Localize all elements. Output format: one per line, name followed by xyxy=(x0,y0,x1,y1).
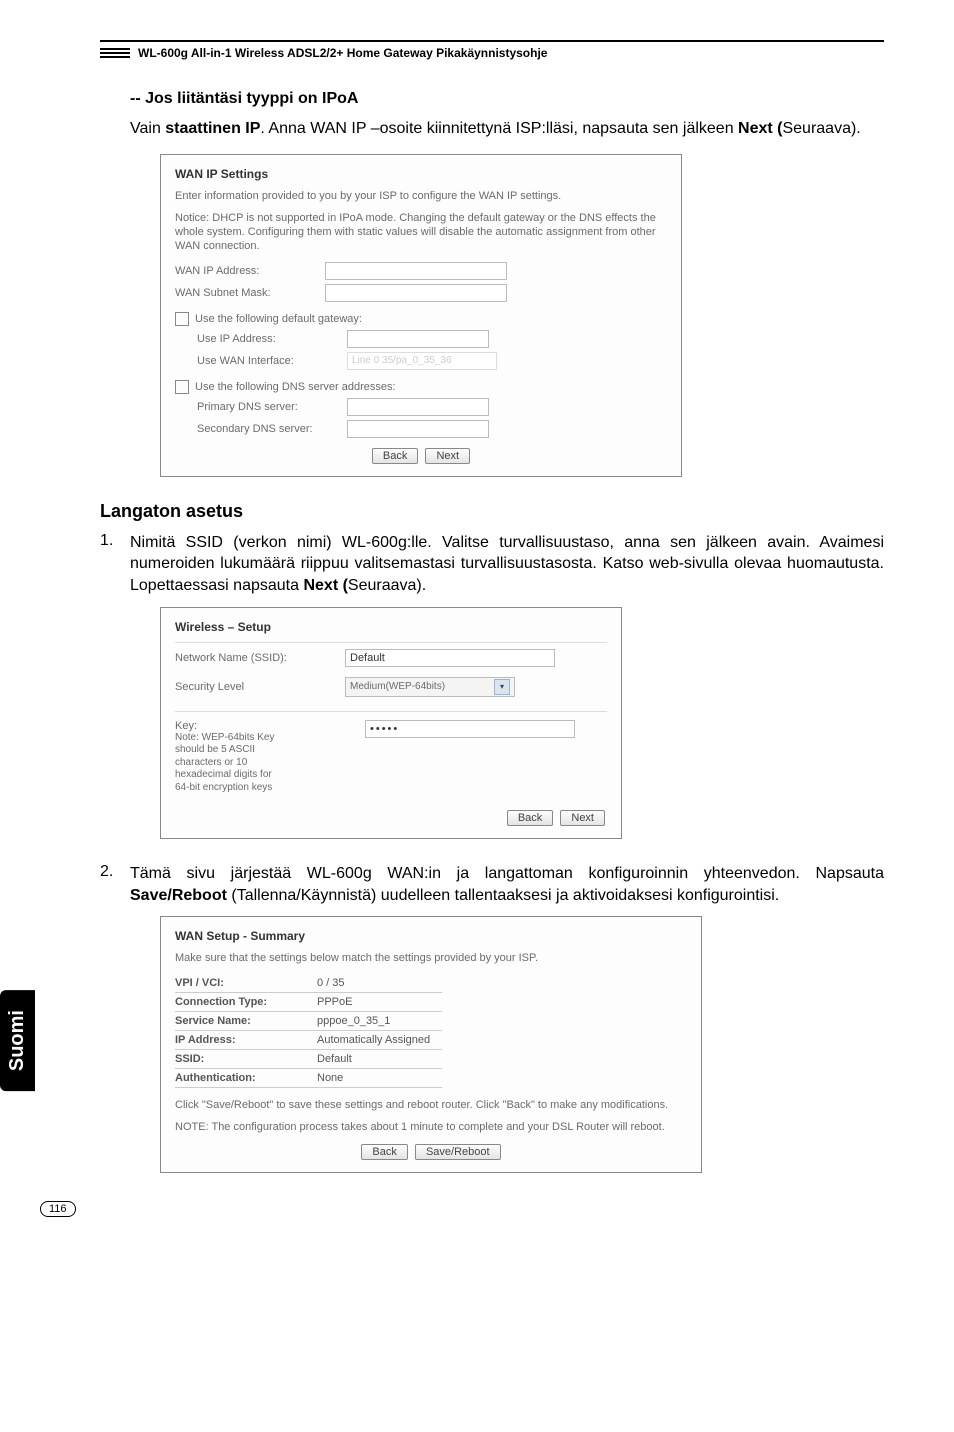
row-val: PPPoE xyxy=(317,992,442,1011)
ss1-title: WAN IP Settings xyxy=(175,167,667,181)
wan-mask-input[interactable] xyxy=(325,284,507,302)
table-row: VPI / VCI:0 / 35 xyxy=(175,974,442,993)
ss3-save-reboot-button[interactable]: Save/Reboot xyxy=(415,1144,501,1160)
table-row: SSID:Default xyxy=(175,1049,442,1068)
ss3-foot1: Click "Save/Reboot" to save these settin… xyxy=(175,1098,687,1112)
ss1-note2: Notice: DHCP is not supported in IPoA mo… xyxy=(175,211,667,254)
row-val: pppoe_0_35_1 xyxy=(317,1011,442,1030)
ss2-next-button[interactable]: Next xyxy=(560,810,605,826)
use-wan-if-label: Use WAN Interface: xyxy=(197,355,347,367)
security-level-label: Security Level xyxy=(175,681,345,693)
wireless-setup-screenshot: Wireless – Setup Network Name (SSID): De… xyxy=(160,607,622,840)
use-ip-label: Use IP Address: xyxy=(197,333,347,345)
default-gateway-label: Use the following default gateway: xyxy=(195,313,362,325)
primary-dns-input[interactable] xyxy=(347,398,489,416)
header-icon xyxy=(100,46,130,60)
wan-summary-screenshot: WAN Setup - Summary Make sure that the s… xyxy=(160,916,702,1173)
wan-ip-label: WAN IP Address: xyxy=(175,265,325,277)
row-val: 0 / 35 xyxy=(317,974,442,993)
ipoa-heading: -- Jos liitäntäsi tyyppi on IPoA xyxy=(130,90,884,108)
ipoa-paragraph: Vain staattinen IP. Anna WAN IP –osoite … xyxy=(130,118,884,140)
wireless-heading: Langaton asetus xyxy=(100,501,884,522)
wan-ip-settings-screenshot: WAN IP Settings Enter information provid… xyxy=(160,154,682,477)
page-number: 116 xyxy=(40,1201,76,1217)
default-gateway-checkbox[interactable] xyxy=(175,312,189,326)
dns-label: Use the following DNS server addresses: xyxy=(195,381,396,393)
row-key: Connection Type: xyxy=(175,992,317,1011)
row-key: Service Name: xyxy=(175,1011,317,1030)
secondary-dns-input[interactable] xyxy=(347,420,489,438)
ss2-title: Wireless – Setup xyxy=(175,620,607,634)
row-key: IP Address: xyxy=(175,1030,317,1049)
wan-ip-input[interactable] xyxy=(325,262,507,280)
key-note: Note: WEP-64bits Key should be 5 ASCII c… xyxy=(175,732,285,795)
table-row: IP Address:Automatically Assigned xyxy=(175,1030,442,1049)
ss1-note1: Enter information provided to you by you… xyxy=(175,189,667,203)
wan-mask-label: WAN Subnet Mask: xyxy=(175,287,325,299)
security-level-select[interactable]: Medium(WEP-64bits) ▾ xyxy=(345,677,515,697)
primary-dns-label: Primary DNS server: xyxy=(197,401,347,413)
ssid-label: Network Name (SSID): xyxy=(175,652,345,664)
table-row: Connection Type:PPPoE xyxy=(175,992,442,1011)
use-wan-if-input[interactable]: Line 0 35/pa_0_35_36 xyxy=(347,352,497,370)
header-bar: WL-600g All-in-1 Wireless ADSL2/2+ Home … xyxy=(100,40,884,60)
key-input[interactable]: ••••• xyxy=(365,720,575,738)
header-product-line: WL-600g All-in-1 Wireless ADSL2/2+ Home … xyxy=(138,46,547,60)
ss2-back-button[interactable]: Back xyxy=(507,810,553,826)
secondary-dns-label: Secondary DNS server: xyxy=(197,423,347,435)
table-row: Service Name:pppoe_0_35_1 xyxy=(175,1011,442,1030)
summary-table: VPI / VCI:0 / 35 Connection Type:PPPoE S… xyxy=(175,974,442,1088)
row-val: None xyxy=(317,1068,442,1087)
list-number-2: 2. xyxy=(100,863,130,906)
list-number-1: 1. xyxy=(100,532,130,597)
list-item-1: Nimitä SSID (verkon nimi) WL-600g:lle. V… xyxy=(130,532,884,597)
row-key: VPI / VCI: xyxy=(175,974,317,993)
dns-checkbox[interactable] xyxy=(175,380,189,394)
use-ip-input[interactable] xyxy=(347,330,489,348)
ss3-back-button[interactable]: Back xyxy=(361,1144,407,1160)
ss3-note: Make sure that the settings below match … xyxy=(175,951,687,965)
list-item-2: Tämä sivu järjestää WL-600g WAN:in ja la… xyxy=(130,863,884,906)
ssid-input[interactable]: Default xyxy=(345,649,555,667)
chevron-down-icon: ▾ xyxy=(494,679,510,695)
row-key: Authentication: xyxy=(175,1068,317,1087)
row-val: Automatically Assigned xyxy=(317,1030,442,1049)
table-row: Authentication:None xyxy=(175,1068,442,1087)
ss3-foot2: NOTE: The configuration process takes ab… xyxy=(175,1120,687,1134)
ss3-title: WAN Setup - Summary xyxy=(175,929,687,943)
key-label: Key: xyxy=(175,720,345,732)
row-key: SSID: xyxy=(175,1049,317,1068)
ss1-back-button[interactable]: Back xyxy=(372,448,418,464)
ss1-next-button[interactable]: Next xyxy=(425,448,470,464)
row-val: Default xyxy=(317,1049,442,1068)
